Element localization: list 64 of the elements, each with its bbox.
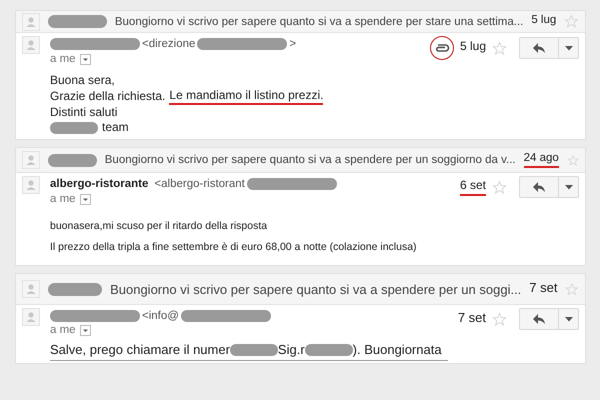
sender-address: > [289,38,296,50]
collapsed-message-row[interactable]: Buongiorno vi scrivo per sapere quanto si va a spendere per un soggiorno da v... 24 ago [16,148,585,173]
body-text: Buona sera, [50,73,115,88]
star-icon[interactable] [564,14,579,29]
body-text: Distinti saluti [50,105,118,120]
collapsed-message-row[interactable]: Buongiorno vi scrivo per sapere quanto si va a spendere per stare una settima... 5 lug [16,11,585,33]
body-text: ). Buongiornata [352,342,442,357]
sender-address: <albergo-ristorant [154,178,245,190]
more-button[interactable] [559,37,579,59]
body-text: Sig.r [278,342,305,357]
reply-button[interactable] [519,308,559,330]
dropdown-icon[interactable] [80,54,91,64]
more-button[interactable] [559,308,579,330]
star-icon[interactable] [565,282,579,296]
message-date: 6 set [460,178,486,196]
sender-address: <info@ [142,310,179,322]
sender-address: <direzione [142,38,196,50]
message-snippet: Buongiorno vi scrivo per sapere quanto si va a spendere per un soggi... [110,282,522,296]
avatar-icon [22,280,40,298]
redaction-mark [48,15,107,28]
message-date: 24 ago [524,152,559,168]
message-snippet: Buongiorno vi scrivo per sapere quanto si va a spendere per stare una settima... [114,16,524,28]
reply-button[interactable] [519,176,559,198]
redaction-mark [304,344,353,356]
body-text: Salve, prego chiamare il numer [50,342,230,357]
star-icon[interactable] [492,312,507,326]
body-text: team [102,120,129,135]
redaction-mark [48,282,102,296]
message-date: 5 lug [531,14,556,28]
message-snippet: Buongiorno vi scrivo per sapere quanto si va a spendere per un soggiorno da v... [104,154,516,166]
collapsed-message-row[interactable]: Buongiorno vi scrivo per sapere quanto si va a spendere per un soggi... 7 set [16,274,585,305]
body-text: Grazie della richiesta. [50,89,166,104]
redaction-mark [50,122,98,134]
message-date: 7 set [529,280,558,296]
avatar-icon [22,36,40,54]
avatar-icon [22,151,40,169]
message-date: 5 lug [460,39,486,55]
recipient-label: a me [50,324,76,336]
redaction-mark [230,344,278,356]
star-icon[interactable] [492,40,507,56]
avatar-icon [22,12,40,30]
reply-button[interactable] [519,37,559,59]
star-icon[interactable] [566,152,579,168]
redaction-mark [48,154,97,166]
sender-name: albergo-ristorante [50,178,148,190]
caret-icon [564,316,572,322]
caret-icon [564,46,572,50]
recipient-label: a me [50,193,76,205]
reply-icon [532,181,546,193]
star-icon[interactable] [492,180,507,194]
message-date: 7 set [458,310,486,326]
more-button[interactable] [559,176,579,198]
dropdown-icon[interactable] [80,324,91,336]
reply-icon [532,313,546,325]
body-text: buonasera,mi scuso per il ritardo della risposta [50,219,268,234]
reply-icon [532,42,546,54]
body-text: Le mandiamo il listino prezzi. [169,88,324,105]
avatar-icon [22,308,40,326]
recipient-label: a me [50,53,76,65]
avatar-icon [22,176,40,194]
paperclip-icon [434,43,450,53]
dropdown-icon[interactable] [80,194,91,204]
caret-icon [564,184,572,190]
body-text: Il prezzo della tripla a fine settembre è di euro 68,00 a notte (colazione inclusa) [50,240,417,255]
